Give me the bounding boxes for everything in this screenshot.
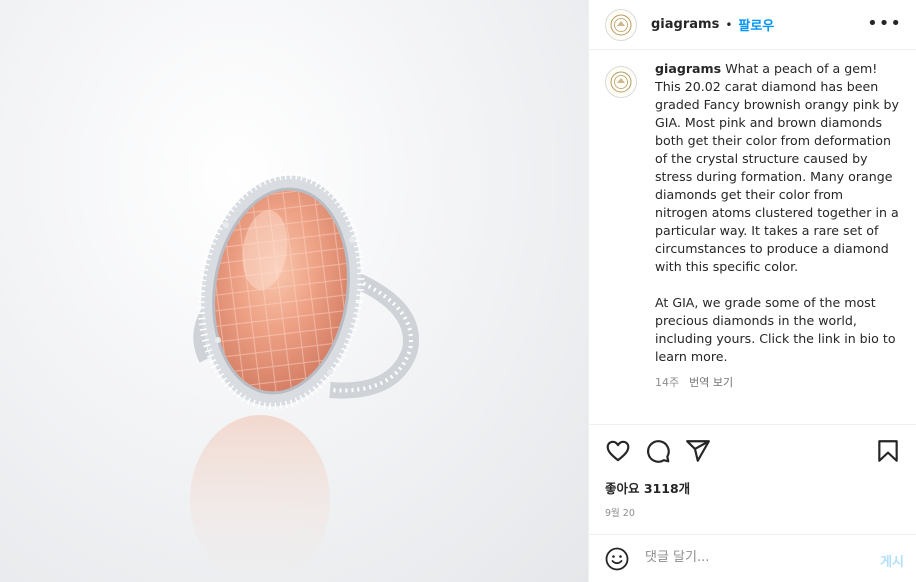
post-sidebar: giagrams • 팔로우 ••• giagrams What a peach… [588,0,916,582]
post-header: giagrams • 팔로우 ••• [589,0,916,50]
comment-bar: 게시 [589,535,916,582]
more-options-icon[interactable]: ••• [867,13,902,34]
caption-text: What a peach of a gem! This 20.02 carat … [655,61,899,364]
avatar[interactable] [605,8,637,41]
gia-logo-icon [610,14,632,35]
caption-meta: 14주 번역 보기 [655,374,899,392]
heart-icon[interactable] [605,438,631,464]
caption-body: giagrams What a peach of a gem! This 20.… [655,60,899,392]
divider [589,424,916,425]
action-bar [605,438,905,466]
ring-photo [190,172,419,582]
post-image[interactable] [0,0,588,582]
time-ago[interactable]: 14주 [655,376,679,389]
likes-count[interactable]: 좋아요 3118개 [605,478,690,497]
send-icon[interactable] [685,438,711,464]
gia-logo-icon [610,71,632,93]
post-date[interactable]: 9월 20 [605,505,635,519]
smiley-icon[interactable] [605,547,629,571]
translate-link[interactable]: 번역 보기 [689,376,733,389]
comment-icon[interactable] [645,438,671,464]
separator-dot: • [725,17,733,32]
instagram-post: giagrams • 팔로우 ••• giagrams What a peach… [0,0,916,582]
bookmark-icon[interactable] [875,438,901,464]
header-username[interactable]: giagrams [651,17,719,32]
caption-username[interactable]: giagrams [655,61,721,76]
caption-avatar[interactable] [605,66,637,98]
comment-input[interactable] [645,550,845,565]
post-comment-button[interactable]: 게시 [880,551,904,570]
follow-button[interactable]: 팔로우 [738,15,774,34]
caption: giagrams What a peach of a gem! This 20.… [605,60,905,392]
